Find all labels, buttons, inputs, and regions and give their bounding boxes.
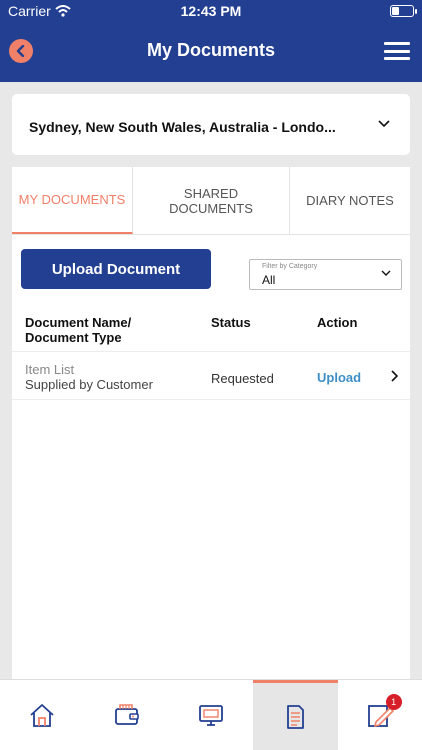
home-icon [30, 704, 54, 727]
hamburger-menu-icon[interactable] [384, 42, 410, 60]
document-type: Supplied by Customer [25, 377, 153, 392]
chevron-right-icon[interactable] [390, 370, 398, 382]
tab-shared-documents[interactable]: Shared Documents [133, 167, 290, 234]
chevron-left-icon [16, 45, 25, 57]
bottom-nav: 1 [0, 679, 422, 750]
document-name: Item List [25, 362, 75, 377]
filter-value: All [262, 273, 276, 287]
nav-wallet[interactable] [84, 680, 168, 750]
nav-monitor[interactable] [169, 680, 253, 750]
tab-my-documents-label: My Documents [18, 192, 126, 207]
wallet-icon [114, 704, 139, 725]
chevron-down-icon [381, 270, 391, 276]
notification-badge: 1 [385, 694, 402, 710]
tab-my-documents[interactable]: My Documents [12, 167, 133, 234]
nav-edit[interactable]: 1 [338, 680, 422, 750]
location-text: Sydney, New South Wales, Australia - Lon… [29, 119, 336, 135]
app-header: Carrier 12:43 PM My Documents [0, 0, 422, 82]
page-title: My Documents [146, 40, 276, 60]
documents-panel: My Documents Shared Documents Diary Note… [12, 167, 410, 679]
filter-label: Filter by Category [262, 263, 318, 270]
battery-icon [390, 5, 417, 17]
document-status: Requested [211, 371, 274, 386]
upload-document-button[interactable]: Upload Document [21, 249, 211, 289]
column-header-status: Status [211, 315, 251, 330]
nav-documents[interactable] [253, 680, 338, 750]
clock: 12:43 PM [180, 3, 242, 19]
table-row[interactable]: Item List Supplied by Customer Requested… [12, 351, 410, 400]
upload-link[interactable]: Upload [317, 370, 361, 385]
status-bar: Carrier 12:43 PM [0, 0, 422, 24]
column-header-name: Document Name/ Document Type [25, 315, 131, 345]
tab-diary-notes-label: Diary Notes [306, 193, 394, 208]
column-header-name-line2: Document Type [25, 330, 122, 345]
tab-diary-notes[interactable]: Diary Notes [290, 167, 410, 234]
nav-home[interactable] [0, 680, 84, 750]
location-selector[interactable]: Sydney, New South Wales, Australia - Lon… [12, 94, 410, 155]
tab-bar: My Documents Shared Documents Diary Note… [12, 167, 410, 235]
column-header-name-line1: Document Name/ [25, 315, 132, 330]
documents-icon [287, 704, 305, 729]
column-header-action: Action [317, 315, 358, 330]
back-button[interactable] [9, 39, 33, 63]
tab-shared-documents-label: Shared Documents [169, 185, 253, 216]
monitor-icon [199, 705, 223, 726]
chevron-down-icon [378, 120, 390, 128]
category-filter-select[interactable]: Filter by Category All [249, 259, 402, 290]
